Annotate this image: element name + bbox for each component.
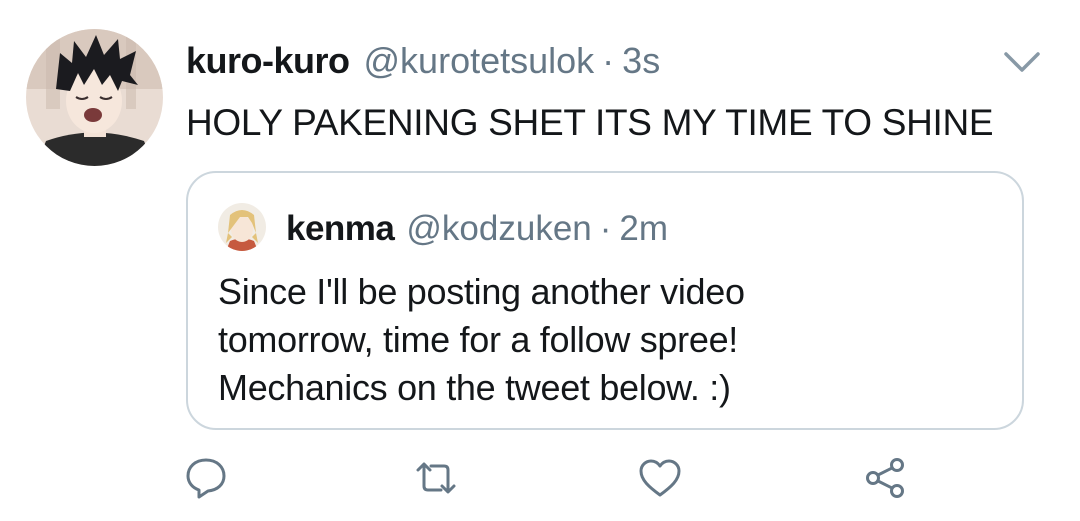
quoted-text-line: tomorrow, time for a follow spree! [218, 319, 738, 360]
tweet-text: HOLY PAKENING SHET ITS MY TIME TO SHINE [186, 102, 994, 143]
quoted-separator-dot: · [599, 209, 612, 248]
tweet[interactable]: kuro-kuro @kurotetsulok · 3s HOLY PAKENI… [0, 0, 1080, 521]
quoted-author-avatar [218, 203, 266, 251]
quoted-tweet-text: Since I'll be posting another video tomo… [218, 268, 998, 412]
quoted-tweet-header: kenma @kodzuken · 2m [286, 207, 668, 251]
quoted-tweet[interactable]: kenma @kodzuken · 2m Since I'll be posti… [186, 171, 1024, 430]
quoted-text-line: Since I'll be posting another video [218, 271, 745, 312]
retweet-icon[interactable] [411, 453, 461, 503]
action-bar [0, 453, 1080, 503]
author-avatar[interactable] [26, 29, 163, 166]
avatar-image [26, 29, 163, 166]
quoted-author-display-name: kenma [286, 209, 395, 248]
quoted-text-line: Mechanics on the tweet below. :) [218, 367, 731, 408]
separator-dot: · [602, 40, 615, 81]
quoted-avatar-image [218, 203, 266, 251]
quoted-tweet-timestamp: 2m [619, 209, 669, 248]
quoted-author-handle: @kodzuken [406, 209, 592, 248]
like-icon[interactable] [635, 453, 685, 503]
share-icon[interactable] [860, 453, 910, 503]
author-handle[interactable]: @kurotetsulok [364, 38, 595, 84]
chevron-down-icon[interactable] [1002, 48, 1042, 76]
reply-icon[interactable] [181, 453, 231, 503]
tweet-header: kuro-kuro @kurotetsulok · 3s [186, 38, 660, 84]
tweet-timestamp[interactable]: 3s [622, 38, 660, 84]
author-display-name[interactable]: kuro-kuro [186, 38, 350, 84]
